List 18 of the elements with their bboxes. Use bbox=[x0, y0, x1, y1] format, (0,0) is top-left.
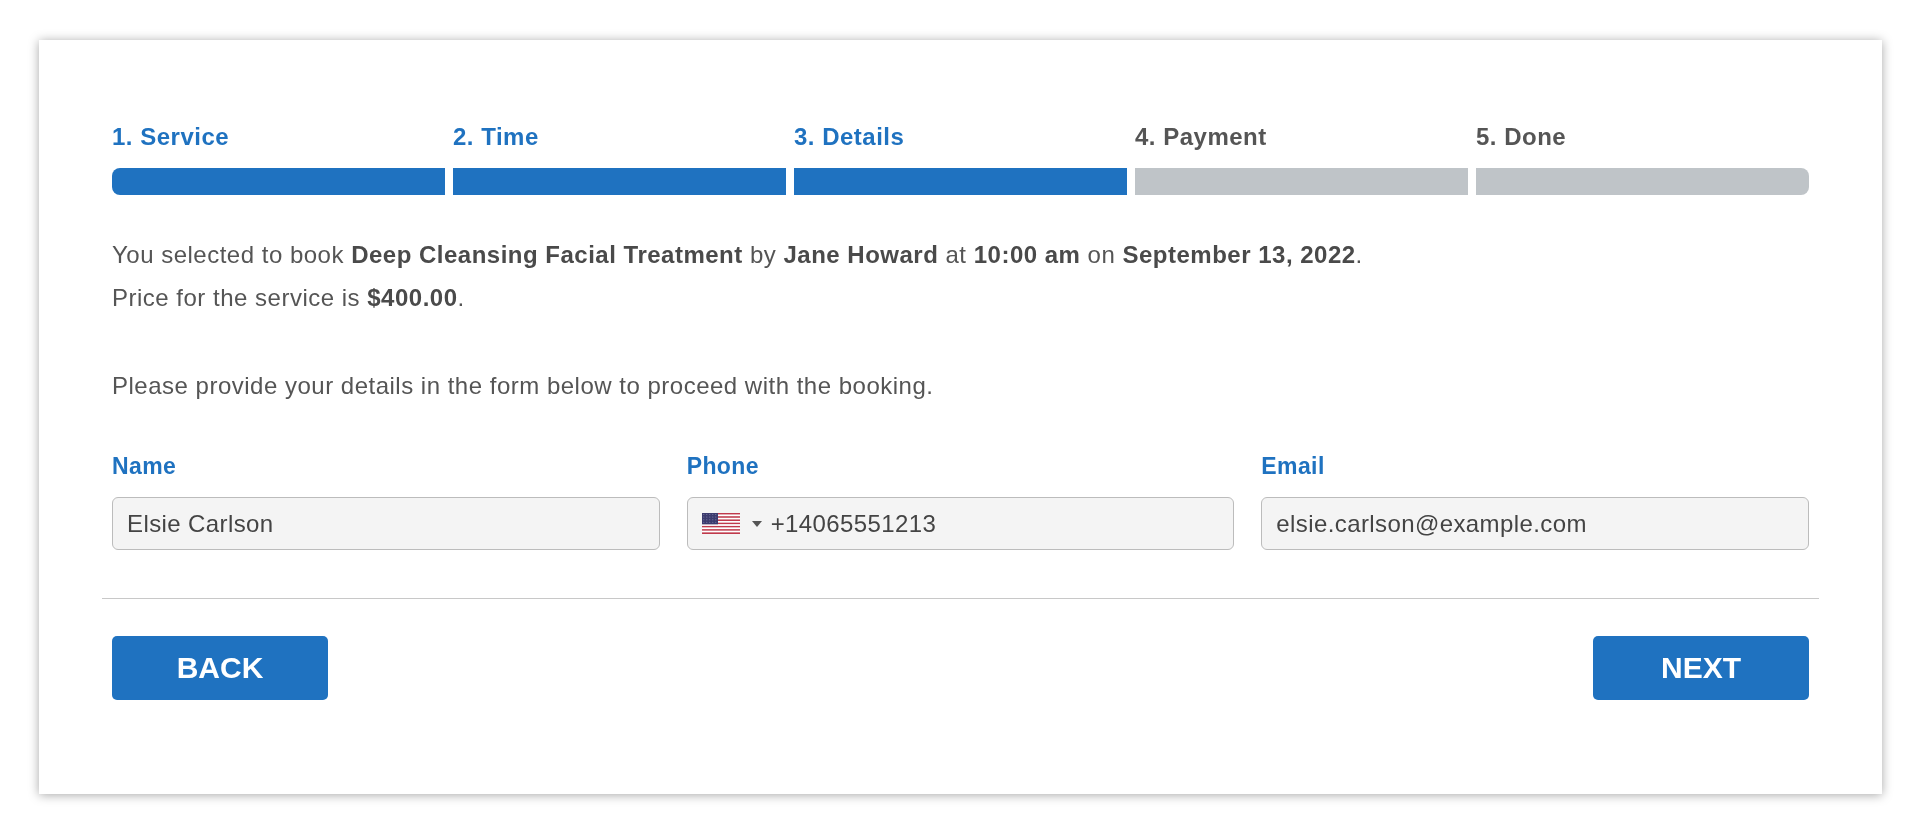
summary-text: You selected to book Deep Cleansing Facial Treatment by Jane Howard at 10:00 am on September 13, 2022. bbox=[112, 240, 1363, 270]
field-label: Email bbox=[1261, 453, 1325, 479]
flag-icon[interactable] bbox=[701, 513, 740, 534]
step-label: 2. Time bbox=[453, 124, 539, 150]
caret-icon[interactable] bbox=[751, 520, 762, 527]
instruction-text: Please provide your details in the form below to proceed with the booking. bbox=[112, 371, 934, 401]
field-label: Phone bbox=[686, 453, 759, 479]
back-button[interactable]: BACK bbox=[112, 636, 328, 700]
next-button[interactable]: NEXT bbox=[1593, 636, 1809, 700]
phone-input-field[interactable]: +14065551213 bbox=[686, 497, 1235, 550]
step-label: 1. Service bbox=[112, 124, 230, 150]
summary-text: Price for the service is $400.00. bbox=[112, 283, 465, 313]
input-field[interactable]: elsie.carlson@example.com bbox=[1261, 497, 1809, 550]
field-label: Name bbox=[112, 453, 177, 479]
step-label: 5. Done bbox=[1476, 124, 1567, 150]
step-label: 4. Payment bbox=[1135, 124, 1267, 150]
input-field[interactable]: Elsie Carlson bbox=[112, 497, 660, 550]
step-label: 3. Details bbox=[794, 124, 905, 150]
